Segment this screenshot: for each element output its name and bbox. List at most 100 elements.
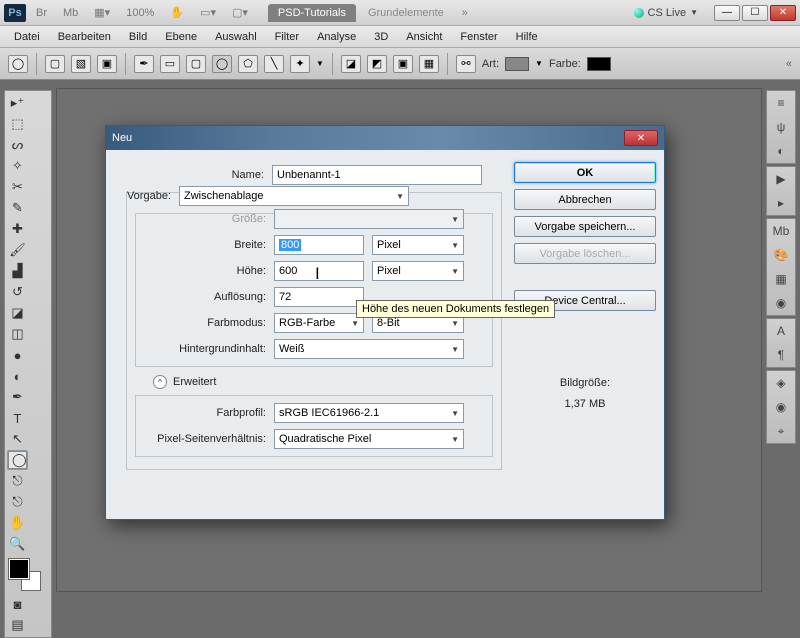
menu-bild[interactable]: Bild xyxy=(121,28,155,46)
abbrechen-button[interactable]: Abbrechen xyxy=(514,189,656,210)
dialog-close-button[interactable]: ✕ xyxy=(624,130,658,146)
opt-shape-icon[interactable]: ▢ xyxy=(45,55,65,73)
brush-tool-icon[interactable]: 🖌 xyxy=(7,240,28,260)
dock-channels-icon[interactable]: ◉ xyxy=(772,399,790,415)
menu-fenster[interactable]: Fenster xyxy=(452,28,505,46)
erweitert-toggle[interactable]: ^ Erweitert xyxy=(153,375,493,389)
hand-tool-icon[interactable]: ✋ xyxy=(7,513,28,533)
opt-custom-icon[interactable]: ✦ xyxy=(290,55,310,73)
dock-layers-icon[interactable]: ◈ xyxy=(772,375,790,391)
ok-button[interactable]: OK xyxy=(514,162,656,183)
lasso-tool-icon[interactable]: ᔕ xyxy=(7,135,28,155)
hand-icon[interactable]: ✋ xyxy=(164,4,190,21)
zoom-tool-icon[interactable]: 🔍 xyxy=(7,534,28,554)
vorgabe-select[interactable]: Zwischenablage▼ xyxy=(179,186,409,206)
dock-history-icon[interactable]: ▶ xyxy=(772,171,790,187)
opt-combine2-icon[interactable]: ◩ xyxy=(367,55,387,73)
layout-select[interactable]: ▦▾ xyxy=(88,4,116,21)
marquee-tool-icon[interactable]: ⬚ xyxy=(7,114,28,134)
hintergrund-select[interactable]: Weiß▼ xyxy=(274,339,464,359)
3dcam-tool-icon[interactable]: ⎋ xyxy=(7,492,28,512)
hoehe-input[interactable] xyxy=(274,261,364,281)
dock-mask-icon[interactable]: ◐ xyxy=(772,143,790,159)
view-select[interactable]: ▭▾ xyxy=(194,4,222,21)
opt-rect-icon[interactable]: ▭ xyxy=(160,55,180,73)
dock-swatch-icon[interactable]: ▦ xyxy=(772,271,790,287)
3d-tool-icon[interactable]: ⎋ xyxy=(7,471,28,491)
menu-filter[interactable]: Filter xyxy=(267,28,307,46)
menu-analyse[interactable]: Analyse xyxy=(309,28,364,46)
tool-preset-icon[interactable]: ◯ xyxy=(8,55,28,73)
dodge-tool-icon[interactable]: ◐ xyxy=(7,366,28,386)
menu-auswahl[interactable]: Auswahl xyxy=(207,28,265,46)
opt-line-icon[interactable]: ╲ xyxy=(264,55,284,73)
opt-polygon-icon[interactable]: ⬠ xyxy=(238,55,258,73)
heal-tool-icon[interactable]: ✚ xyxy=(7,219,28,239)
menu-bearbeiten[interactable]: Bearbeiten xyxy=(50,28,119,46)
dock-usb-icon[interactable]: ψ xyxy=(772,119,790,135)
dock-char-icon[interactable]: A xyxy=(772,323,790,339)
dock-color-icon[interactable]: 🎨 xyxy=(772,247,790,263)
opt-ellipse-icon[interactable]: ◯ xyxy=(212,55,232,73)
opt-combine1-icon[interactable]: ◪ xyxy=(341,55,361,73)
opt-fill-icon[interactable]: ▣ xyxy=(97,55,117,73)
type-tool-icon[interactable]: T xyxy=(7,408,28,428)
name-input[interactable] xyxy=(272,165,482,185)
gradient-tool-icon[interactable]: ◫ xyxy=(7,324,28,344)
opt-farbe-swatch[interactable] xyxy=(587,57,611,71)
menu-ebene[interactable]: Ebene xyxy=(157,28,205,46)
opt-path-icon[interactable]: ▧ xyxy=(71,55,91,73)
crop-tool-icon[interactable]: ✂ xyxy=(7,177,28,197)
breite-unit-select[interactable]: Pixel▼ xyxy=(372,235,464,255)
screen-select[interactable]: ▢▾ xyxy=(226,4,254,21)
window-minimize-button[interactable]: — xyxy=(714,5,740,21)
farbmodus-select[interactable]: RGB-Farbe▼ xyxy=(274,313,364,333)
dialog-titlebar[interactable]: Neu ✕ xyxy=(106,126,664,150)
history-tool-icon[interactable]: ↺ xyxy=(7,282,28,302)
pixelratio-select[interactable]: Quadratische Pixel▼ xyxy=(274,429,464,449)
hoehe-unit-select[interactable]: Pixel▼ xyxy=(372,261,464,281)
dock-actions-icon[interactable]: ▸ xyxy=(772,195,790,211)
path-tool-icon[interactable]: ↖ xyxy=(7,429,28,449)
tb-br[interactable]: Br xyxy=(30,5,53,21)
opt-combine3-icon[interactable]: ▣ xyxy=(393,55,413,73)
eyedropper-tool-icon[interactable]: ✎ xyxy=(7,198,28,218)
blur-tool-icon[interactable]: ● xyxy=(7,345,28,365)
opt-pen-icon[interactable]: ✒ xyxy=(134,55,154,73)
tabs-overflow-icon[interactable]: » xyxy=(456,5,474,21)
opt-roundrect-icon[interactable]: ▢ xyxy=(186,55,206,73)
quickmask-icon[interactable]: ◙ xyxy=(7,594,28,614)
opt-link-icon[interactable]: ⚯ xyxy=(456,55,476,73)
menu-datei[interactable]: Datei xyxy=(6,28,48,46)
move-tool-icon[interactable]: ▸⁺ xyxy=(7,93,28,113)
pen-tool-icon[interactable]: ✒ xyxy=(7,387,28,407)
workspace-tab-active[interactable]: PSD-Tutorials xyxy=(268,4,356,22)
menu-ansicht[interactable]: Ansicht xyxy=(398,28,450,46)
window-close-button[interactable]: ✕ xyxy=(770,5,796,21)
workspace-tab-inactive[interactable]: Grundelemente xyxy=(358,4,454,22)
optbar-overflow-icon[interactable]: « xyxy=(786,58,792,70)
dock-mb-icon[interactable]: Mb xyxy=(772,223,790,239)
farbprofil-select[interactable]: sRGB IEC61966-2.1▼ xyxy=(274,403,464,423)
tb-mb[interactable]: Mb xyxy=(57,5,84,21)
menu-3d[interactable]: 3D xyxy=(366,28,396,46)
opt-art-swatch[interactable] xyxy=(505,57,529,71)
dock-para-icon[interactable]: ¶ xyxy=(772,347,790,363)
dock-paths-icon[interactable]: ⌖ xyxy=(772,423,790,439)
dock-styles-icon[interactable]: ◉ xyxy=(772,295,790,311)
fg-bg-colors[interactable] xyxy=(7,557,49,593)
vorgabe-speichern-button[interactable]: Vorgabe speichern... xyxy=(514,216,656,237)
cslive-button[interactable]: CS Live ▼ xyxy=(628,7,704,19)
shape-tool-icon[interactable]: ◯ xyxy=(7,450,28,470)
breite-input[interactable]: 800 xyxy=(274,235,364,255)
fg-swatch[interactable] xyxy=(9,559,29,579)
dock-adjust-icon[interactable]: ≡ xyxy=(772,95,790,111)
opt-combine4-icon[interactable]: ▦ xyxy=(419,55,439,73)
screenmode-icon[interactable]: ▤ xyxy=(7,615,28,635)
aufl-input[interactable] xyxy=(274,287,364,307)
stamp-tool-icon[interactable]: ▟ xyxy=(7,261,28,281)
window-maximize-button[interactable]: ☐ xyxy=(742,5,768,21)
zoom-select[interactable]: 100% xyxy=(120,5,160,21)
wand-tool-icon[interactable]: ✧ xyxy=(7,156,28,176)
eraser-tool-icon[interactable]: ◪ xyxy=(7,303,28,323)
